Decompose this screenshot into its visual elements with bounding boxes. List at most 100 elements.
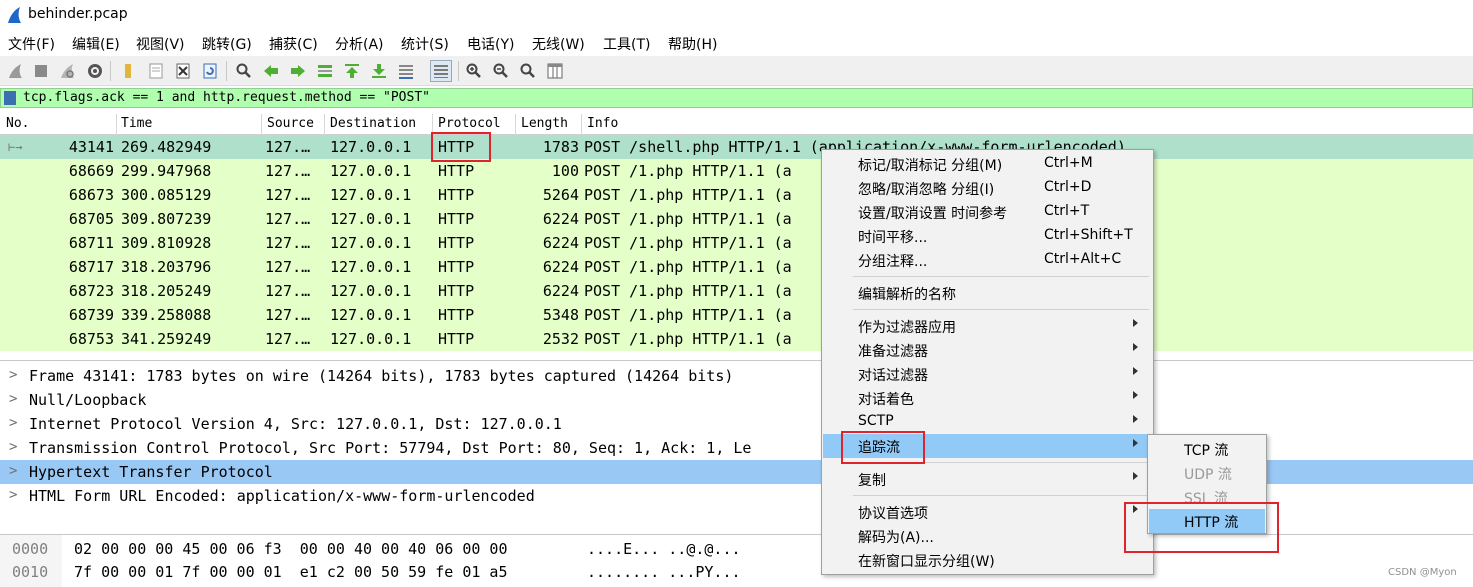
packet-row[interactable]: 68673 300.085129 127.… 127.0.0.1 HTTP 52…	[0, 183, 1473, 207]
shark-fin-start-icon[interactable]	[4, 60, 26, 82]
display-filter-bar[interactable]: tcp.flags.ack == 1 and http.request.meth…	[0, 88, 1473, 108]
column-header-time[interactable]: Time	[121, 116, 152, 131]
reload-icon[interactable]	[199, 60, 221, 82]
menu-item-decode-as[interactable]: 解码为(A)...	[823, 524, 1152, 548]
packet-source: 127.…	[265, 138, 311, 156]
menu-item-apply-as-filter[interactable]: 作为过滤器应用	[823, 314, 1152, 338]
packet-source: 127.…	[265, 210, 311, 228]
packet-source: 127.…	[265, 258, 311, 276]
menu-file[interactable]: 文件(F)	[8, 34, 55, 54]
chevron-right-icon[interactable]: >	[9, 439, 17, 455]
packet-no: 43141	[68, 138, 114, 156]
chevron-right-icon[interactable]: >	[9, 391, 17, 407]
packet-source: 127.…	[265, 162, 311, 180]
column-header-protocol[interactable]: Protocol	[438, 116, 501, 131]
packet-row[interactable]: ⊢→ 43141 269.482949 127.… 127.0.0.1 HTTP…	[0, 135, 1473, 159]
chevron-right-icon[interactable]: >	[9, 463, 17, 479]
hex-ascii[interactable]: ........ ...PY...	[587, 563, 741, 581]
main-toolbar	[0, 56, 1473, 86]
packet-time: 300.085129	[121, 186, 212, 204]
packet-list-header: No. Time Source Destination Protocol Len…	[0, 114, 1473, 135]
detail-tree-item[interactable]: > Internet Protocol Version 4, Src: 127.0…	[0, 412, 1473, 436]
save-file-icon[interactable]	[145, 60, 167, 82]
packet-info: POST /1.php HTTP/1.1 (a	[584, 282, 792, 300]
options-gear-icon[interactable]	[84, 60, 106, 82]
packet-row[interactable]: 68739 339.258088 127.… 127.0.0.1 HTTP 53…	[0, 303, 1473, 327]
menu-edit[interactable]: 编辑(E)	[72, 34, 120, 54]
zoom-out-icon[interactable]	[490, 60, 512, 82]
packet-info: POST /1.php HTTP/1.1 (a	[584, 234, 792, 252]
column-header-length[interactable]: Length	[521, 116, 568, 131]
go-first-icon[interactable]	[341, 60, 363, 82]
go-to-packet-icon[interactable]	[314, 60, 336, 82]
packet-length: 1783	[542, 138, 579, 156]
detail-tree-item[interactable]: > Frame 43141: 1783 bytes on wire (14264 …	[0, 364, 1473, 388]
packet-no: 68711	[68, 234, 114, 252]
menu-item-time-reference[interactable]: 设置/取消设置 时间参考 Ctrl+T	[823, 200, 1152, 224]
go-forward-icon[interactable]	[287, 60, 309, 82]
window-title: behinder.pcap	[28, 6, 128, 22]
column-header-source[interactable]: Source	[267, 116, 314, 131]
menu-analyze[interactable]: 分析(A)	[335, 34, 384, 54]
menu-item-prepare-filter[interactable]: 准备过滤器	[823, 338, 1152, 362]
column-header-info[interactable]: Info	[587, 116, 618, 131]
packet-length: 2532	[542, 330, 579, 348]
close-file-icon[interactable]	[172, 60, 194, 82]
packet-row[interactable]: 68669 299.947968 127.… 127.0.0.1 HTTP 10…	[0, 159, 1473, 183]
menu-view[interactable]: 视图(V)	[136, 34, 185, 54]
packet-destination: 127.0.0.1	[330, 234, 412, 252]
packet-row[interactable]: 68723 318.205249 127.… 127.0.0.1 HTTP 62…	[0, 279, 1473, 303]
zoom-normal-icon[interactable]	[517, 60, 539, 82]
packet-row[interactable]: 68711 309.810928 127.… 127.0.0.1 HTTP 62…	[0, 231, 1473, 255]
menu-item-conversation-filter[interactable]: 对话过滤器	[823, 362, 1152, 386]
packet-row[interactable]: 68717 318.203796 127.… 127.0.0.1 HTTP 62…	[0, 255, 1473, 279]
menu-help[interactable]: 帮助(H)	[668, 34, 717, 54]
menu-item-time-shift[interactable]: 时间平移... Ctrl+Shift+T	[823, 224, 1152, 248]
restart-icon[interactable]	[56, 60, 78, 82]
chevron-right-icon[interactable]: >	[9, 415, 17, 431]
menu-telephony[interactable]: 电话(Y)	[467, 34, 514, 54]
hex-bytes[interactable]: 02 00 00 00 45 00 06 f3 00 00 40 00 40 0…	[74, 540, 507, 558]
chevron-right-icon[interactable]: >	[9, 367, 17, 383]
hex-bytes[interactable]: 7f 00 00 01 7f 00 00 01 e1 c2 00 50 59 f…	[74, 563, 507, 581]
go-last-icon[interactable]	[368, 60, 390, 82]
chevron-right-icon[interactable]: >	[9, 487, 17, 503]
find-packet-icon[interactable]	[233, 60, 255, 82]
packet-row[interactable]: 68705 309.807239 127.… 127.0.0.1 HTTP 62…	[0, 207, 1473, 231]
stop-icon[interactable]	[30, 60, 52, 82]
menu-capture[interactable]: 捕获(C)	[269, 34, 318, 54]
autoscroll-icon[interactable]	[395, 60, 417, 82]
column-header-destination[interactable]: Destination	[330, 116, 416, 131]
menu-tools[interactable]: 工具(T)	[603, 34, 650, 54]
colorize-icon[interactable]	[430, 60, 452, 82]
menu-statistics[interactable]: 统计(S)	[401, 34, 449, 54]
packet-no: 68753	[68, 330, 114, 348]
annotation-box-http-stream	[1124, 502, 1279, 553]
menu-item-protocol-preferences[interactable]: 协议首选项	[823, 500, 1152, 524]
menu-item-packet-comment[interactable]: 分组注释... Ctrl+Alt+C	[823, 248, 1152, 272]
packet-row[interactable]: 68753 341.259249 127.… 127.0.0.1 HTTP 25…	[0, 327, 1473, 351]
menu-item-colorize-conversation[interactable]: 对话着色	[823, 386, 1152, 410]
hex-ascii[interactable]: ....E... ..@.@...	[587, 540, 741, 558]
submenu-arrow-icon	[1133, 367, 1138, 375]
title-bar: behinder.pcap	[0, 0, 1473, 30]
packet-time: 318.203796	[121, 258, 212, 276]
menu-go[interactable]: 跳转(G)	[202, 34, 252, 54]
column-header-no[interactable]: No.	[6, 116, 29, 131]
menu-item-ignore-packet[interactable]: 忽略/取消忽略 分组(I) Ctrl+D	[823, 176, 1152, 200]
menu-wireless[interactable]: 无线(W)	[532, 34, 585, 54]
menu-item-mark-packet[interactable]: 标记/取消标记 分组(M) Ctrl+M	[823, 152, 1152, 176]
submenu-item-tcp-stream[interactable]: TCP 流	[1149, 437, 1265, 461]
open-file-icon[interactable]	[117, 60, 139, 82]
display-filter-input[interactable]: tcp.flags.ack == 1 and http.request.meth…	[23, 90, 430, 105]
submenu-item-udp-stream: UDP 流	[1184, 467, 1232, 483]
go-back-icon[interactable]	[260, 60, 282, 82]
menu-item-edit-resolved-name[interactable]: 编辑解析的名称	[823, 281, 1152, 305]
zoom-in-icon[interactable]	[463, 60, 485, 82]
packet-protocol: HTTP	[438, 186, 475, 204]
menu-item-copy[interactable]: 复制	[823, 467, 1152, 491]
resize-columns-icon[interactable]	[544, 60, 566, 82]
menu-item-show-in-new-window[interactable]: 在新窗口显示分组(W)	[823, 548, 1152, 572]
detail-tree-item[interactable]: > Null/Loopback	[0, 388, 1473, 412]
bookmark-icon[interactable]	[4, 91, 16, 105]
